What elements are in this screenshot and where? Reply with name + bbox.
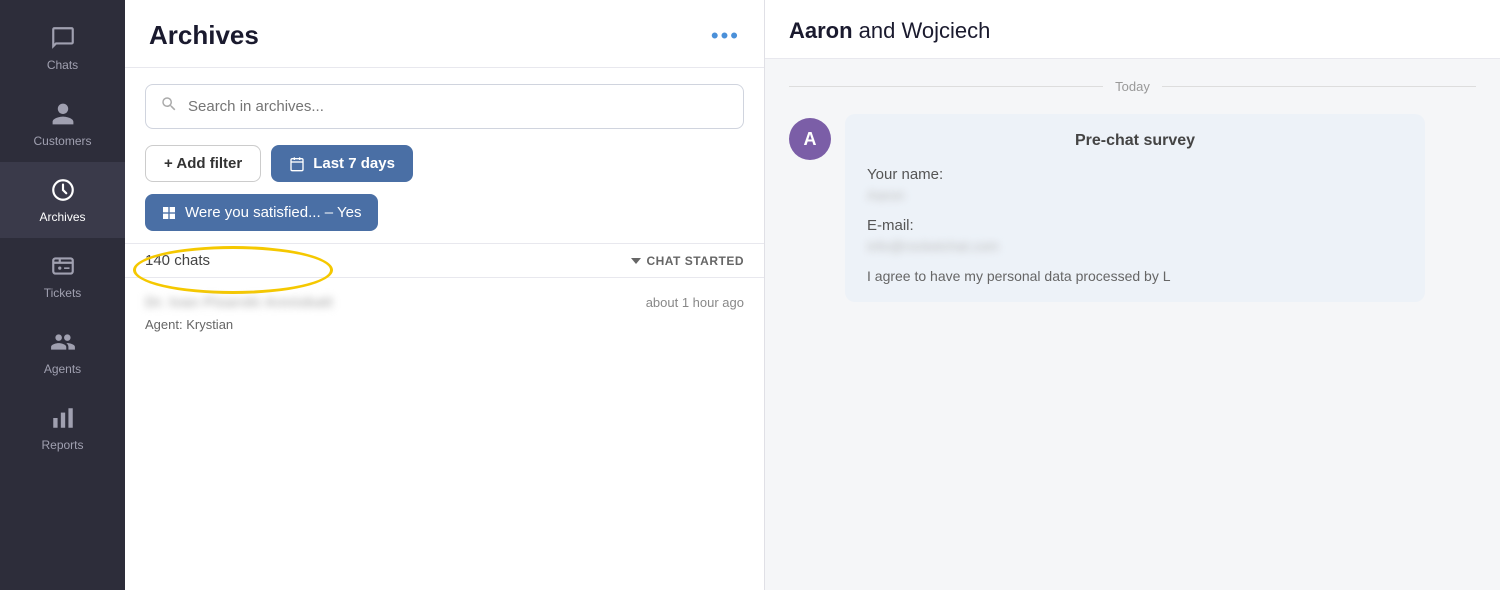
search-box xyxy=(145,84,744,129)
survey-consent-text: I agree to have my personal data process… xyxy=(867,268,1403,284)
archives-title: Archives xyxy=(149,20,259,51)
date-divider: Today xyxy=(789,79,1476,94)
avatar: A xyxy=(789,118,831,160)
sidebar-item-reports-label: Reports xyxy=(41,438,83,452)
chat-count: 140 chats xyxy=(145,252,210,269)
archives-panel: Archives ••• + Add filter Last 7 days We… xyxy=(125,0,765,590)
search-container xyxy=(125,68,764,145)
chat-item-header: Dr. Ivan Pisarski Anniskatt about 1 hour… xyxy=(145,294,744,311)
archives-icon xyxy=(49,176,77,204)
chat-icon xyxy=(49,24,77,52)
last7days-label: Last 7 days xyxy=(313,155,395,172)
survey-title: Pre-chat survey xyxy=(867,132,1403,150)
sidebar-item-customers-label: Customers xyxy=(33,134,91,148)
table-row[interactable]: Dr. Ivan Pisarski Anniskatt about 1 hour… xyxy=(125,277,764,350)
sidebar-item-tickets-label: Tickets xyxy=(44,286,82,300)
survey-email-value: info@rocketchat.com xyxy=(867,238,1403,254)
divider-line-left xyxy=(789,86,1103,87)
sidebar-item-customers[interactable]: Customers xyxy=(0,86,125,162)
more-options-button[interactable]: ••• xyxy=(711,23,740,49)
chat-detail-header: Aaron and Wojciech xyxy=(765,0,1500,59)
sidebar: Chats Customers Archives Tickets Agents … xyxy=(0,0,125,590)
sidebar-item-agents-label: Agents xyxy=(44,362,81,376)
survey-name-value: Aaron xyxy=(867,187,1403,203)
search-icon xyxy=(160,95,178,118)
chat-agent: Agent: Krystian xyxy=(145,317,233,332)
sidebar-item-chats-label: Chats xyxy=(47,58,78,72)
date-label: Today xyxy=(1115,79,1150,94)
survey-card: Pre-chat survey Your name: Aaron E-mail:… xyxy=(845,114,1425,302)
sort-by-chat-started[interactable]: CHAT STARTED xyxy=(631,254,744,268)
satisfaction-filter[interactable]: Were you satisfied... – Yes xyxy=(145,194,378,231)
chat-detail-panel: Aaron and Wojciech Today A Pre-chat surv… xyxy=(765,0,1500,590)
search-input[interactable] xyxy=(188,98,729,115)
tickets-icon xyxy=(49,252,77,280)
sidebar-item-agents[interactable]: Agents xyxy=(0,314,125,390)
divider-line-right xyxy=(1162,86,1476,87)
chat-detail-customer-name: Aaron xyxy=(789,18,853,43)
customers-icon xyxy=(49,100,77,128)
satisfaction-filter-label: Were you satisfied... – Yes xyxy=(185,204,362,221)
survey-email-label: E-mail: xyxy=(867,217,1403,234)
last7days-button[interactable]: Last 7 days xyxy=(271,145,413,182)
sidebar-item-archives[interactable]: Archives xyxy=(0,162,125,238)
sidebar-item-tickets[interactable]: Tickets xyxy=(0,238,125,314)
chat-messages: Today A Pre-chat survey Your name: Aaron… xyxy=(765,59,1500,590)
sidebar-item-chats[interactable]: Chats xyxy=(0,10,125,86)
survey-row: A Pre-chat survey Your name: Aaron E-mai… xyxy=(789,114,1476,302)
chat-list: Dr. Ivan Pisarski Anniskatt about 1 hour… xyxy=(125,277,764,350)
sidebar-item-archives-label: Archives xyxy=(39,210,85,224)
add-filter-button[interactable]: + Add filter xyxy=(145,145,261,182)
chat-customer-name: Dr. Ivan Pisarski Anniskatt xyxy=(145,294,333,311)
archives-header: Archives ••• xyxy=(125,0,764,68)
chat-detail-agent-name: and Wojciech xyxy=(853,18,991,43)
chat-time: about 1 hour ago xyxy=(646,295,744,310)
chat-count-row: 140 chats CHAT STARTED xyxy=(125,243,764,277)
agents-icon xyxy=(49,328,77,356)
survey-name-label: Your name: xyxy=(867,166,1403,183)
reports-icon xyxy=(49,404,77,432)
filters-row: + Add filter Last 7 days xyxy=(125,145,764,194)
sidebar-item-reports[interactable]: Reports xyxy=(0,390,125,466)
sort-label-text: CHAT STARTED xyxy=(646,254,744,268)
